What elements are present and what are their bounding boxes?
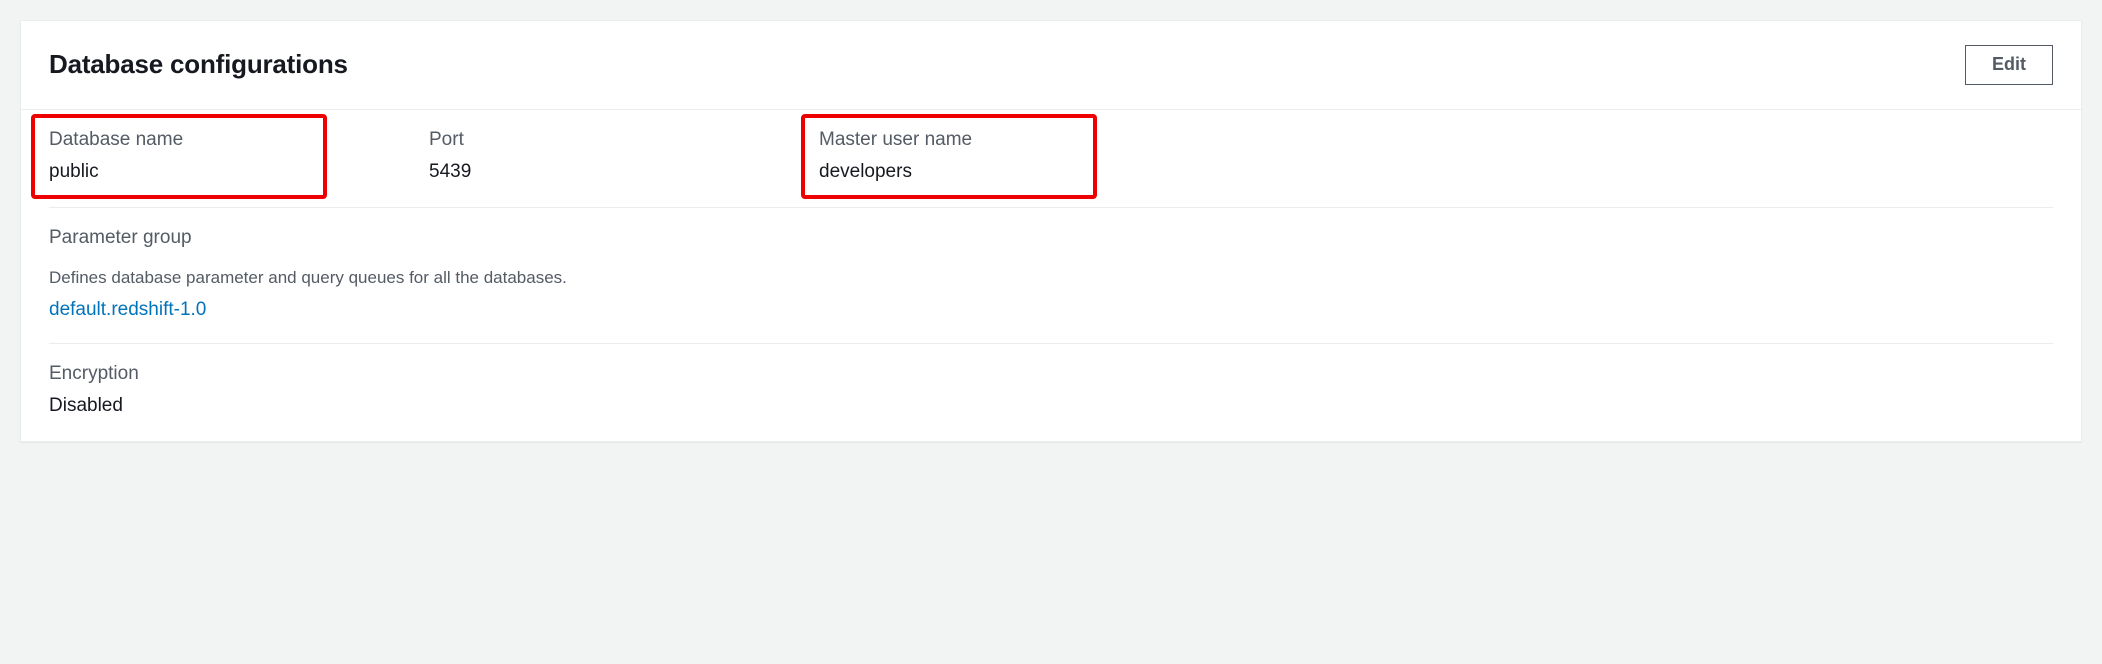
- parameter-group-description: Defines database parameter and query que…: [49, 267, 2053, 289]
- edit-button[interactable]: Edit: [1965, 45, 2053, 85]
- config-row-1: Database name public Port 5439 Master us…: [49, 110, 2053, 208]
- port-label: Port: [429, 128, 689, 153]
- database-name-value: public: [49, 160, 309, 185]
- database-name-label: Database name: [49, 128, 309, 153]
- config-row-2: Parameter group Defines database paramet…: [49, 208, 2053, 344]
- master-user-name-value: developers: [819, 160, 1079, 185]
- parameter-group-label: Parameter group: [49, 226, 2053, 251]
- port-value: 5439: [429, 160, 689, 185]
- encryption-field: Encryption Disabled: [49, 362, 309, 419]
- master-user-name-label: Master user name: [819, 128, 1079, 153]
- panel-header: Database configurations Edit: [21, 21, 2081, 110]
- panel-title: Database configurations: [49, 49, 348, 80]
- parameter-group-link[interactable]: default.redshift-1.0: [49, 299, 2053, 321]
- encryption-label: Encryption: [49, 362, 309, 387]
- port-field: Port 5439: [429, 128, 689, 185]
- master-user-name-highlight: Master user name developers: [801, 114, 1097, 199]
- encryption-value: Disabled: [49, 394, 309, 419]
- parameter-group-field: Parameter group Defines database paramet…: [49, 226, 2053, 321]
- database-name-highlight: Database name public: [31, 114, 327, 199]
- database-name-field: Database name public: [49, 128, 309, 185]
- panel-body: Database name public Port 5439 Master us…: [21, 110, 2081, 442]
- database-configurations-panel: Database configurations Edit Database na…: [20, 20, 2082, 442]
- config-row-3: Encryption Disabled: [49, 344, 2053, 433]
- master-user-name-field: Master user name developers: [819, 128, 1079, 185]
